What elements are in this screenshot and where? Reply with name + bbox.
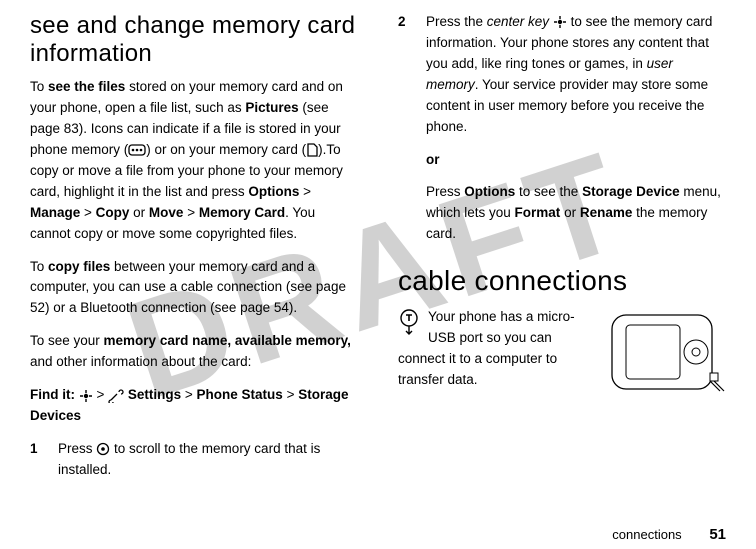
text: or [129, 205, 149, 220]
menu-phone-status: Phone Status [197, 387, 283, 402]
bold-see-the-files: see the files [48, 79, 125, 94]
italic-center-key: center key [487, 14, 553, 29]
text: > [183, 205, 198, 220]
heading-cable-connections: cable connections [398, 265, 726, 297]
step-body: Press to scroll to the memory card that … [58, 439, 358, 481]
text: > [299, 184, 311, 199]
bold-or: or [426, 152, 440, 167]
page-footer: connections 51 [612, 526, 726, 543]
menu-pictures: Pictures [245, 100, 298, 115]
step-number: 2 [398, 12, 412, 257]
para-see-info: To see your memory card name, available … [30, 331, 358, 373]
text: > [80, 205, 95, 220]
phone-memory-icon [128, 144, 146, 156]
left-column: see and change memory card information T… [30, 12, 358, 510]
center-key-icon [79, 389, 93, 403]
menu-options: Options [464, 184, 515, 199]
bold-card-name: memory card name, available memory, [104, 333, 351, 348]
nav-key-icon [96, 442, 110, 456]
text: and other information about the card: [30, 354, 251, 369]
menu-memory-card: Memory Card [199, 205, 285, 220]
text: Press [58, 441, 96, 456]
footer-section: connections [612, 527, 681, 542]
text: > [283, 387, 298, 402]
para-or-options: Press Options to see the Storage Device … [426, 182, 726, 245]
text: or [560, 205, 580, 220]
cable-para-text: Your phone has a micro-USB port so you c… [398, 309, 575, 387]
center-key-icon [553, 15, 567, 29]
step-number: 1 [30, 439, 44, 481]
step-2: 2 Press the center key to see the memory… [398, 12, 726, 257]
footer-page-number: 51 [709, 526, 726, 543]
memory-card-icon [306, 143, 318, 157]
menu-format: Format [515, 205, 561, 220]
tools-icon [108, 389, 124, 403]
phone-illustration [606, 309, 726, 408]
menu-options: Options [248, 184, 299, 199]
text: Press the [426, 14, 487, 29]
para-copy-files: To copy files between your memory card a… [30, 257, 358, 320]
find-it-line: Find it: > Settings > Phone Status > Sto… [30, 385, 358, 427]
text: To see your [30, 333, 104, 348]
para-see-files: To see the files stored on your memory c… [30, 77, 358, 244]
menu-manage: Manage [30, 205, 80, 220]
step-body: Press the center key to see the memory c… [426, 12, 726, 257]
heading-memory-card: see and change memory card information [30, 12, 358, 67]
find-it-label: Find it: [30, 387, 79, 402]
step-1: 1 Press to scroll to the memory card tha… [30, 439, 358, 481]
text: to see the [515, 184, 582, 199]
text: To [30, 79, 48, 94]
text: Press [426, 184, 464, 199]
page-columns: see and change memory card information T… [0, 0, 756, 510]
cable-block: Your phone has a micro-USB port so you c… [398, 307, 726, 412]
bold-copy-files: copy files [48, 259, 110, 274]
text: To [30, 259, 48, 274]
menu-settings: Settings [128, 387, 181, 402]
text: > [181, 387, 196, 402]
text: ) or on your memory card ( [146, 142, 306, 157]
menu-copy: Copy [96, 205, 130, 220]
text: > [93, 387, 108, 402]
right-column: 2 Press the center key to see the memory… [398, 12, 726, 510]
menu-move: Move [149, 205, 184, 220]
menu-rename: Rename [580, 205, 633, 220]
usb-feature-icon [398, 309, 420, 344]
menu-storage-device: Storage Device [582, 184, 680, 199]
